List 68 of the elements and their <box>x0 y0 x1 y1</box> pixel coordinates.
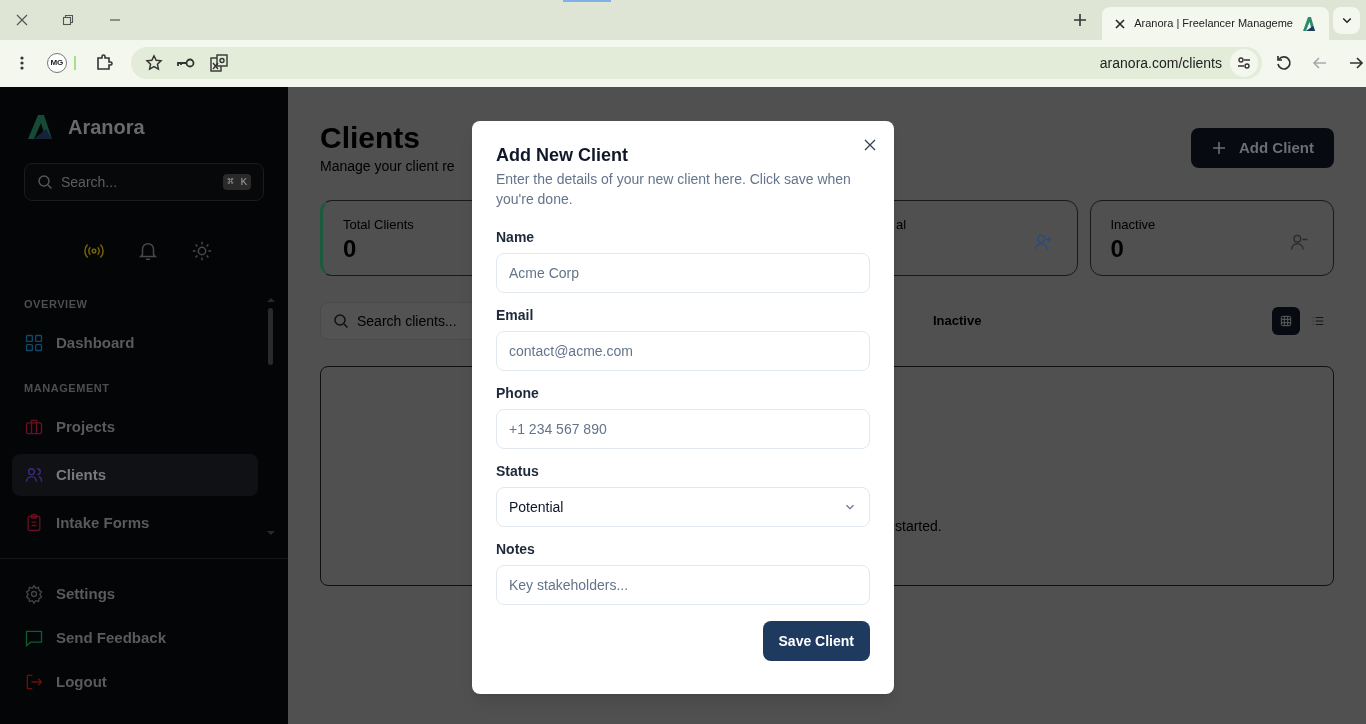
plus-icon <box>1211 140 1227 156</box>
nav-item[interactable]: Clients <box>12 454 258 496</box>
search-icon <box>333 313 349 329</box>
site-settings-icon[interactable] <box>1230 49 1258 77</box>
search-placeholder: Search... <box>61 172 119 192</box>
nav-item[interactable]: Projects <box>12 406 258 448</box>
users-icon <box>24 465 44 485</box>
field-label: Notes <box>496 540 535 559</box>
restore-window-icon[interactable] <box>60 12 76 28</box>
field-label: Phone <box>496 384 539 403</box>
translate-icon[interactable] <box>208 53 229 73</box>
field-label: Name <box>496 228 535 247</box>
loading-indicator <box>563 0 611 2</box>
nav-item[interactable]: Settings <box>12 574 258 614</box>
reload-icon[interactable] <box>1274 53 1294 73</box>
nav-item[interactable]: Logout <box>12 662 258 702</box>
input-field[interactable]: +1 234 567 890 <box>496 409 870 449</box>
nav-item[interactable]: Dashboard <box>12 322 258 364</box>
status-select[interactable]: Potential <box>496 487 870 527</box>
sidebar-search-field[interactable]: Search... ⌘ K <box>24 163 264 201</box>
grid-view-button[interactable] <box>1272 307 1300 335</box>
empty-state-text: started. <box>895 517 942 536</box>
user-plus-icon <box>1032 232 1053 252</box>
user-minus-icon <box>1289 232 1309 252</box>
search-icon <box>37 174 53 190</box>
message-icon <box>24 628 44 648</box>
page-title: Clients <box>320 120 421 156</box>
stat-value: 0 <box>343 235 357 263</box>
tab-title: Aranora | Freelancer Manageme <box>1134 16 1293 32</box>
profile-avatar[interactable]: MG <box>47 53 67 73</box>
brand-name: Aranora <box>68 115 145 140</box>
add-client-button[interactable]: Add Client <box>1191 128 1334 168</box>
save-client-button[interactable]: Save Client <box>762 621 870 661</box>
briefcase-icon <box>24 417 44 437</box>
menu-icon[interactable] <box>19 55 25 71</box>
field-label: Email <box>496 306 534 325</box>
close-icon[interactable] <box>864 139 876 151</box>
address-text[interactable]: aranora.com/clients <box>1099 52 1222 74</box>
input-field[interactable]: contact@acme.com <box>496 331 870 371</box>
dialog-title: Add New Client <box>496 144 629 167</box>
input-field[interactable]: Key stakeholders... <box>496 565 870 605</box>
bookmark-star-icon[interactable] <box>144 54 163 72</box>
stat-label: Total Clients <box>343 217 414 233</box>
stat-value: 0 <box>1110 235 1124 263</box>
dialog-description: Enter the details of your new client here. Click save when you're done. <box>496 170 852 209</box>
browser-tab[interactable]: Aranora | Freelancer Manageme <box>1102 7 1329 40</box>
page-subtitle: Manage your client re <box>320 157 455 176</box>
new-tab-icon[interactable] <box>1072 12 1089 28</box>
section-heading: OVERVIEW <box>24 298 88 310</box>
close-window-icon[interactable] <box>14 12 30 28</box>
settings-icon <box>24 584 44 604</box>
logout-icon <box>24 672 44 692</box>
filter-tab[interactable]: Inactive <box>921 305 994 337</box>
stat-label: al <box>896 217 907 233</box>
nav-item[interactable]: Send Feedback <box>12 618 258 658</box>
search-placeholder: Search clients... <box>357 311 457 331</box>
favicon-icon <box>1301 15 1317 32</box>
section-heading: MANAGEMENT <box>24 382 110 394</box>
grid-icon <box>1279 314 1293 328</box>
tab-list-button[interactable] <box>1333 6 1360 34</box>
stat-label: Inactive <box>1110 217 1156 233</box>
grid-icon <box>24 333 44 353</box>
field-label: Status <box>496 462 539 481</box>
sidebar-scrollbar[interactable] <box>268 308 273 365</box>
input-field[interactable]: Acme Corp <box>496 253 870 293</box>
shortcut-key: ⌘ K <box>223 173 251 191</box>
close-tab-icon[interactable] <box>1114 17 1127 30</box>
nav-item[interactable]: Intake Forms <box>12 502 258 544</box>
